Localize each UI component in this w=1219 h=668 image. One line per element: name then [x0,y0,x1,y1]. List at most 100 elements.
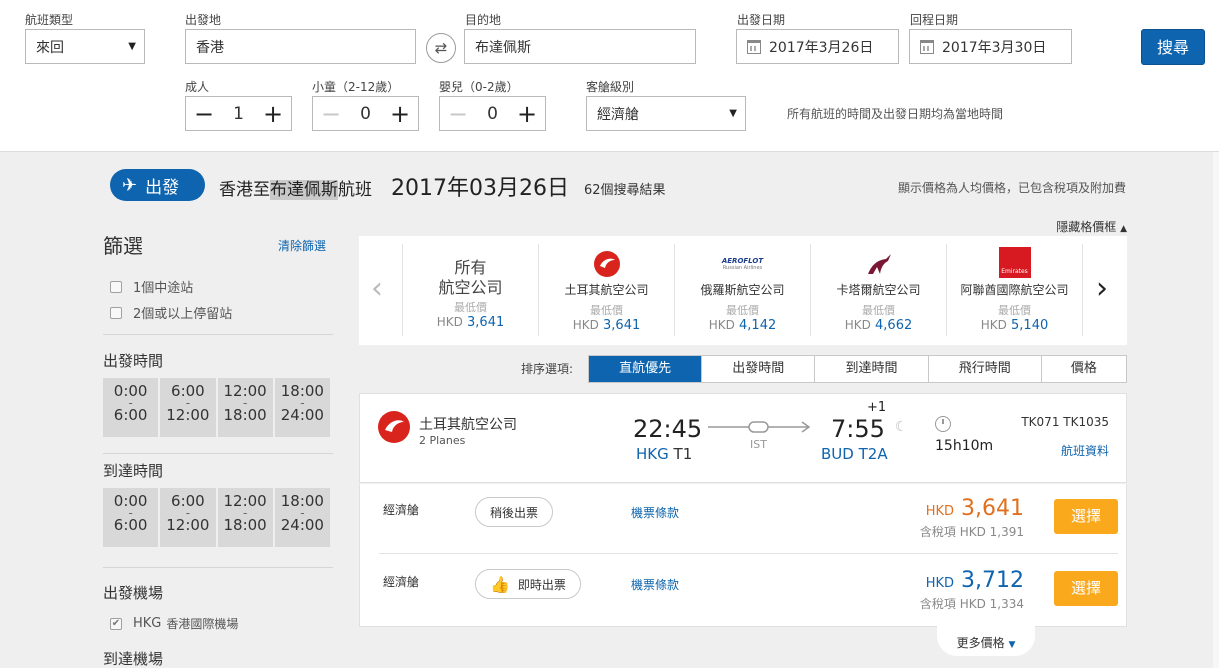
fare-class: 經濟艙 [383,575,420,589]
return-date-input[interactable]: 2017年3月30日 [909,29,1072,64]
cabin-select[interactable]: 經濟艙 ▼ [586,96,746,131]
checkbox[interactable] [110,280,122,293]
lowest-label: 最低價 [590,304,623,317]
depart-badge-label: 出發 [145,177,180,198]
route-line-icon [708,421,811,433]
time-slot[interactable]: 6:00-12:00 [160,378,216,437]
ticketing-badge: 稍後出票 [475,497,554,527]
time-slot[interactable]: 12:00-18:00 [217,378,273,437]
stop-filter-2[interactable]: 2個或以上停留站 [110,303,232,322]
price-value: 4,142 [739,318,777,333]
price-note: 顯示價格為人均價格，已包含稅項及附加費 [897,181,1126,195]
sort-arrive-time[interactable]: 到達時間 [814,356,927,382]
sort-depart-time[interactable]: 出發時間 [701,356,814,382]
children-value: 0 [360,103,371,124]
fare-price: HKD 3,641 [926,496,1024,521]
sort-price[interactable]: 價格 [1040,356,1126,382]
return-date-label: 回程日期 [910,13,959,27]
turkish-airlines-logo [378,411,410,443]
sort-direct-first[interactable]: 直航優先 [589,356,702,382]
depart-airport-filter[interactable]: ✔ HKG 香港國際機場 [110,615,238,632]
checkbox[interactable] [110,306,122,319]
from-input[interactable]: 香港 [185,29,416,64]
currency: HKD [925,576,955,591]
airline-price: HKD 3,641 [403,315,538,330]
route-title: 香港至布達佩斯航班 [219,175,372,200]
minus-icon[interactable]: − [448,102,468,126]
to-input[interactable]: 布達佩斯 [464,29,696,64]
time-slot[interactable]: 6:00-12:00 [160,488,216,547]
return-date-value: 2017年3月30日 [942,39,1047,56]
time-slot[interactable]: 18:00-24:00 [274,488,330,547]
sort-duration[interactable]: 飛行時間 [927,356,1041,382]
airline-cell-aeroflot[interactable]: AEROFLOT Russian Airlines 俄羅斯航空公司 最低價 HK… [674,244,810,336]
plus-icon[interactable]: + [390,102,410,126]
to-label: 目的地 [465,13,502,27]
price-value: 4,662 [875,318,913,333]
all-airlines-line2: 航空公司 [438,278,503,297]
chevron-left-icon[interactable]: ‹ [371,274,383,304]
stop-filter-label: 2個或以上停留站 [133,307,233,322]
clear-filters-link[interactable]: 清除篩選 [278,237,326,254]
slot-to: 6:00 [113,406,148,424]
search-button[interactable]: 搜尋 [1141,29,1205,65]
sort-options: 直航優先 出發時間 到達時間 飛行時間 價格 [588,355,1127,383]
day-offset: +1 [867,400,887,415]
fare-row: 經濟艙 稍後出票 機票條款 HKD 3,641 含稅項 HKD 1,391 選擇 [379,484,1118,554]
chevron-right-icon[interactable]: › [1096,274,1108,304]
depart-airport-code: HKG [636,445,669,463]
qatar-airways-logo [811,244,946,278]
depart-badge: ✈ 出發 [110,169,205,201]
price-value: 3,712 [961,568,1024,593]
more-prices-toggle[interactable]: 更多價格 ▼ [937,626,1035,656]
more-prices-label: 更多價格 [956,636,1005,650]
airplane-icon: ✈ [122,174,138,196]
checkbox-checked[interactable]: ✔ [110,617,122,630]
trip-type-select[interactable]: 來回 ▼ [25,29,145,64]
time-slot[interactable]: 0:00-6:00 [103,378,159,437]
airline-cell-emirates[interactable]: Emirates 阿聯酋國際航空公司 最低價 HKD 5,140 [946,244,1082,336]
fare-tax: 含稅項 HKD 1,334 [919,597,1024,611]
local-time-note: 所有航班的時間及出發日期均為當地時間 [787,107,1004,121]
plus-icon[interactable]: + [517,102,537,126]
airline-carousel: ‹ 所有 航空公司 最低價 HKD 3,641 土耳其航空公司 最低價 HKD … [359,236,1127,345]
airline-price: HKD 4,662 [811,318,946,333]
airline-cell-qatar[interactable]: 卡塔爾航空公司 最低價 HKD 4,662 [810,244,946,336]
chevron-down-icon: ▼ [128,41,136,52]
route-destination: 布達佩斯 [270,180,338,200]
hide-grid-toggle[interactable]: 隱藏格價框 ▲ [1056,218,1127,235]
airline-name: 土耳其航空公司 [419,417,517,433]
swap-icon[interactable]: ⇄ [426,33,456,63]
minus-icon[interactable]: − [321,102,341,126]
stop-filter-1[interactable]: 1個中途站 [110,277,193,296]
emirates-logo-text: Emirates [998,247,1031,278]
airline-cell-turkish[interactable]: 土耳其航空公司 最低價 HKD 3,641 [538,244,674,336]
lowest-label: 最低價 [862,304,895,317]
arrive-time-title: 到達時間 [103,462,164,480]
select-fare-button[interactable]: 選擇 [1054,571,1118,606]
scrollbar-track[interactable] [1213,152,1219,668]
plus-icon[interactable]: + [263,102,283,126]
minus-icon[interactable]: − [194,102,214,126]
all-airlines-cell[interactable]: 所有 航空公司 最低價 HKD 3,641 [402,244,538,336]
time-slot[interactable]: 0:00-6:00 [103,488,159,547]
depart-terminal: T1 [673,445,693,463]
depart-date-input[interactable]: 2017年3月26日 [736,29,899,64]
time-slot[interactable]: 18:00-24:00 [274,378,330,437]
flight-card[interactable]: 土耳其航空公司 2 Planes 22:45 HKG T1 IST +1 7:5… [359,393,1127,483]
adults-stepper: − 1 + [185,96,292,131]
select-fare-button[interactable]: 選擇 [1054,499,1118,534]
children-label: 小童（2-12歲） [312,80,400,94]
fare-terms-link[interactable]: 機票條款 [631,504,679,521]
depart-date-label: 出發日期 [737,13,786,27]
time-slot[interactable]: 12:00-18:00 [217,488,273,547]
aeroflot-logo: AEROFLOT Russian Airlines [675,244,810,278]
fare-row: 經濟艙 👍 即時出票 機票條款 HKD 3,712 含稅項 HKD 1,334 … [379,556,1118,626]
turkish-airlines-logo-mark [593,251,620,277]
hide-grid-label: 隱藏格價框 [1056,220,1117,234]
depart-time-grid: 0:00-6:00 6:00-12:00 12:00-18:00 18:00-2… [103,378,330,437]
flight-info-link[interactable]: 航班資料 [1061,442,1109,459]
depart-airport: HKG T1 [636,445,692,463]
plane-count: 2 Planes [419,434,466,447]
fare-terms-link[interactable]: 機票條款 [631,576,679,593]
